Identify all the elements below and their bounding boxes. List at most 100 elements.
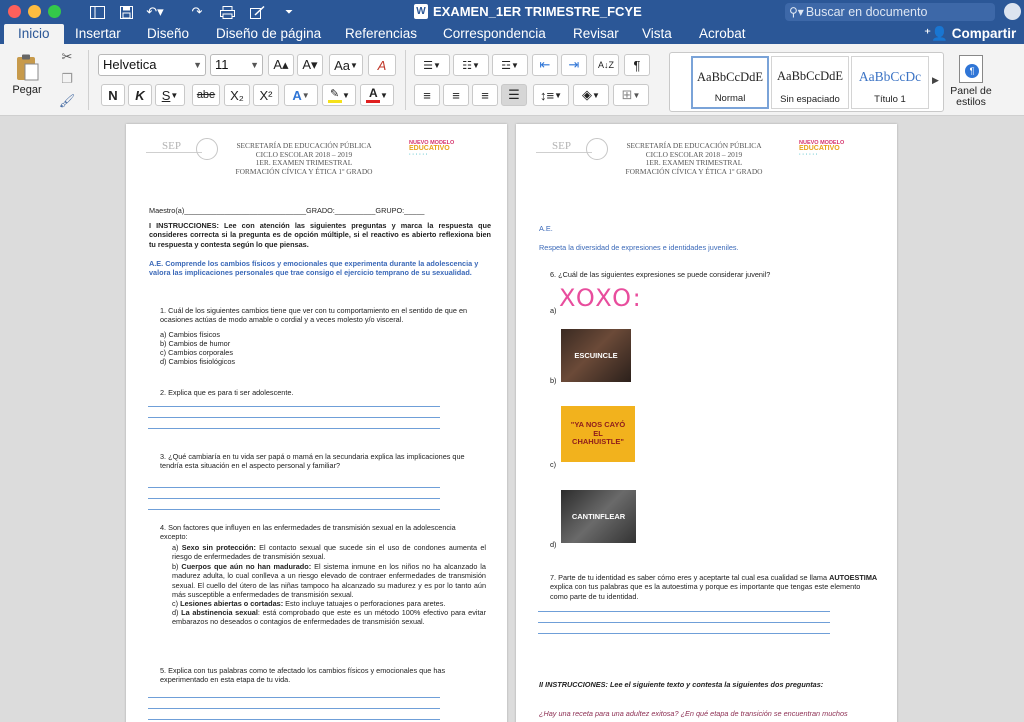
align-left-button[interactable]: ≡ xyxy=(414,84,440,106)
justify-button[interactable]: ☰ xyxy=(501,84,527,106)
answer-line[interactable] xyxy=(538,633,830,634)
styles-pane-button[interactable]: ¶ Panel de estilos xyxy=(949,50,993,112)
strikethrough-button[interactable]: abe xyxy=(192,84,220,106)
save-icon[interactable] xyxy=(117,3,135,21)
chevron-down-icon: ▼ xyxy=(632,90,641,100)
chevron-down-icon: ▼ xyxy=(554,90,562,100)
answer-line[interactable] xyxy=(148,406,440,407)
font-name-select[interactable]: Helvetica ▼ xyxy=(98,54,206,76)
tab-referencias[interactable]: Referencias xyxy=(345,24,417,44)
grow-font-button[interactable]: A▴ xyxy=(268,54,294,76)
align-center-icon: ≡ xyxy=(452,87,460,103)
bullets-button[interactable]: ☰ ▼ xyxy=(414,54,450,76)
answer-line[interactable] xyxy=(148,719,440,720)
increase-indent-button[interactable]: ⇥ xyxy=(561,54,587,76)
answer-line[interactable] xyxy=(148,509,440,510)
sort-button[interactable]: A↓Z xyxy=(593,54,619,76)
eraser-icon: A xyxy=(377,57,387,73)
clear-formatting-button[interactable]: A xyxy=(368,54,396,76)
line-spacing-button[interactable]: ↕≡ ▼ xyxy=(533,84,569,106)
header-text: SECRETARÍA DE EDUCACIÓN PÚBLICA CICLO ES… xyxy=(616,141,772,176)
style-sin-espaciado[interactable]: AaBbCcDdE Sin espaciado xyxy=(771,56,849,109)
answer-line[interactable] xyxy=(148,428,440,429)
page-1[interactable]: SEP SECRETARÍA DE EDUCACIÓN PÚBLICA CICL… xyxy=(126,124,507,722)
tab-diseno[interactable]: Diseño xyxy=(147,24,189,44)
superscript-button[interactable]: X² xyxy=(253,84,279,106)
font-size-value: 11 xyxy=(215,57,229,72)
q1-option: d) Cambios fisiológicos xyxy=(160,357,236,366)
question-6: 6. ¿Cuál de las siguientes expresiones s… xyxy=(550,270,771,279)
text-effects-button[interactable]: A ▼ xyxy=(284,84,318,106)
highlight-button[interactable]: ✎ ▼ xyxy=(322,84,356,106)
answer-line[interactable] xyxy=(148,498,440,499)
change-case-button[interactable]: Aa ▼ xyxy=(329,54,363,76)
ribbon: Pegar ✂ ❐ 🖌 Helvetica ▼ 11 ▼ A▴ A▾ Aa ▼ A N… xyxy=(0,44,1024,116)
search-input[interactable]: ⚲▾ Buscar en documento xyxy=(785,3,995,21)
multilevel-list-button[interactable]: ☲ ▼ xyxy=(492,54,528,76)
ae-title: A.E. xyxy=(539,224,553,233)
font-color-button[interactable]: A ▼ xyxy=(360,84,394,106)
chahuistle-image: "YA NOS CAYÓ EL CHAHUISTLE" xyxy=(561,406,635,462)
tab-insertar[interactable]: Insertar xyxy=(75,24,121,44)
shading-button[interactable]: ◈ ▼ xyxy=(573,84,609,106)
decrease-indent-button[interactable]: ⇤ xyxy=(532,54,558,76)
tab-acrobat[interactable]: Acrobat xyxy=(699,24,746,44)
cut-icon[interactable]: ✂ xyxy=(58,48,76,66)
style-normal[interactable]: AaBbCcDdE Normal xyxy=(691,56,769,109)
bullets-icon: ☰ xyxy=(423,59,433,72)
clipboard-icon xyxy=(17,54,39,81)
print-icon[interactable] xyxy=(218,3,236,21)
sep-logo: SEP xyxy=(536,138,592,162)
align-center-button[interactable]: ≡ xyxy=(443,84,469,106)
format-painter-icon[interactable]: 🖌 xyxy=(58,92,76,110)
word-document-icon: W xyxy=(414,4,428,19)
answer-line[interactable] xyxy=(148,487,440,488)
tab-diseno-de-pagina[interactable]: Diseño de página xyxy=(216,24,321,44)
tab-revisar[interactable]: Revisar xyxy=(573,24,619,44)
customize-toolbar-icon[interactable]: ⏷ xyxy=(280,3,298,21)
gallery-more-arrow[interactable]: ▶ xyxy=(932,75,939,86)
sidebar-icon[interactable] xyxy=(88,3,106,21)
chevron-down-icon: ▼ xyxy=(380,90,388,100)
instructions: I INSTRUCCIONES: Lee con atención las si… xyxy=(149,221,491,249)
numbering-button[interactable]: ☷ ▼ xyxy=(453,54,489,76)
subscript-button[interactable]: X₂ xyxy=(224,84,250,106)
answer-line[interactable] xyxy=(538,611,830,612)
tab-vista[interactable]: Vista xyxy=(642,24,672,44)
nuevo-modelo-logo: NUEVO MODELO EDUCATIVO · · · · · · xyxy=(409,140,454,158)
document-canvas[interactable]: SEP SECRETARÍA DE EDUCACIÓN PÚBLICA CICL… xyxy=(0,117,1024,722)
page-header: SEP SECRETARÍA DE EDUCACIÓN PÚBLICA CICL… xyxy=(126,134,507,184)
close-window-button[interactable] xyxy=(8,5,21,18)
share-button[interactable]: ⁺👤 Compartir xyxy=(924,24,1016,44)
align-right-button[interactable]: ≡ xyxy=(472,84,498,106)
page-2[interactable]: SEP SECRETARÍA DE EDUCACIÓN PÚBLICA CICL… xyxy=(516,124,897,722)
answer-line[interactable] xyxy=(148,417,440,418)
answer-line[interactable] xyxy=(148,697,440,698)
italic-button[interactable]: K xyxy=(128,84,152,106)
font-size-select[interactable]: 11 ▼ xyxy=(210,54,263,76)
style-titulo-1[interactable]: AaBbCcDc Título 1 xyxy=(851,56,929,109)
underline-button[interactable]: S ▼ xyxy=(155,84,185,106)
zoom-window-button[interactable] xyxy=(48,5,61,18)
minimize-window-button[interactable] xyxy=(28,5,41,18)
highlighter-icon: ✎ xyxy=(328,87,343,103)
account-icon[interactable] xyxy=(1004,3,1021,20)
q4-option-term: Lesiones abiertas o cortadas: xyxy=(180,599,284,608)
answer-line[interactable] xyxy=(538,622,830,623)
tab-inicio[interactable]: Inicio xyxy=(4,24,64,44)
bold-button[interactable]: N xyxy=(101,84,125,106)
answer-line[interactable] xyxy=(148,708,440,709)
undo-icon[interactable]: ↶▾ xyxy=(146,3,164,21)
shrink-font-button[interactable]: A▾ xyxy=(297,54,323,76)
redo-icon[interactable]: ↷ xyxy=(188,3,206,21)
copy-icon[interactable]: ❐ xyxy=(58,70,76,88)
paste-button[interactable]: Pegar xyxy=(6,50,48,100)
borders-button[interactable]: ⊞ ▼ xyxy=(613,84,649,106)
show-formatting-button[interactable]: ¶ xyxy=(624,54,650,76)
q4-option-term: Cuerpos que aún no han madurado: xyxy=(181,562,312,571)
style-sample: AaBbCcDdE xyxy=(777,69,843,83)
paste-label: Pegar xyxy=(12,84,42,96)
escuincle-image: ESCUINCLE xyxy=(561,329,631,382)
tab-correspondencia[interactable]: Correspondencia xyxy=(443,24,546,44)
edit-doc-icon[interactable] xyxy=(248,3,266,21)
